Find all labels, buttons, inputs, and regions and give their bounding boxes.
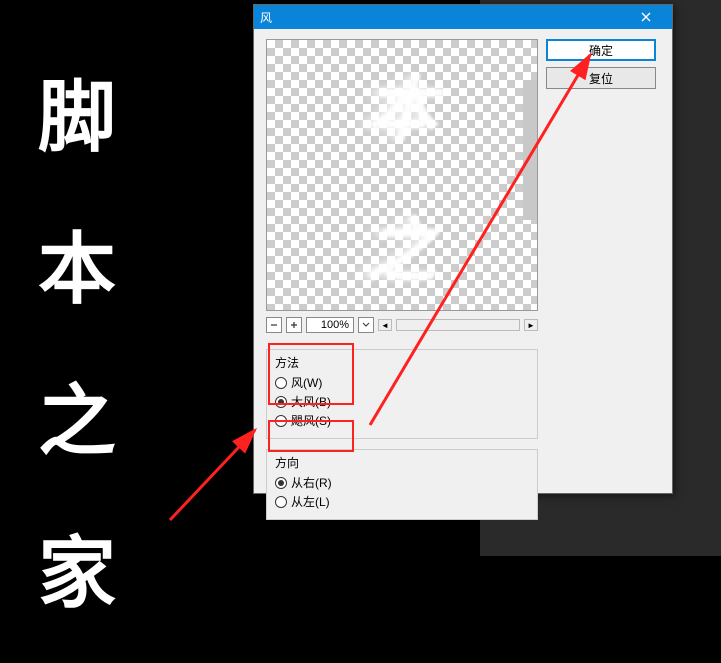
zoom-dropdown[interactable] (358, 317, 374, 333)
direction-label-right: 从右(R) (291, 474, 332, 491)
bg-char-3: 之 (38, 359, 116, 471)
method-option-blast[interactable]: 大风(B) (275, 392, 529, 411)
preview-canvas[interactable]: 本 之 (266, 39, 538, 311)
preview-area: 本 之 100% ◄ (266, 39, 538, 333)
radio-icon (275, 377, 287, 389)
wind-filter-dialog: 风 本 之 (253, 4, 673, 494)
method-fieldset: 方法 风(W) 大风(B) 飓风(S) (266, 349, 538, 439)
direction-label-left: 从左(L) (291, 493, 330, 510)
chevron-down-icon (362, 322, 370, 328)
method-option-stagger[interactable]: 飓风(S) (275, 411, 529, 430)
direction-option-right[interactable]: 从右(R) (275, 473, 529, 492)
zoom-level-field[interactable]: 100% (306, 317, 354, 333)
radio-icon (275, 477, 287, 489)
preview-content: 本 之 (267, 40, 537, 310)
direction-legend: 方向 (275, 454, 529, 471)
zoom-out-button[interactable] (266, 317, 282, 333)
dialog-titlebar[interactable]: 风 (254, 5, 672, 29)
preview-char-2: 之 (367, 195, 437, 296)
zoom-controls: 100% ◄ ► (266, 317, 538, 333)
method-legend: 方法 (275, 354, 529, 371)
direction-option-left[interactable]: 从左(L) (275, 492, 529, 511)
options-area: 方法 风(W) 大风(B) 飓风(S) 方向 (266, 349, 538, 520)
button-column: 确定 复位 (546, 39, 656, 530)
method-label-stagger: 飓风(S) (291, 412, 331, 429)
bg-char-1: 脚 (38, 55, 116, 167)
bg-char-4: 家 (38, 511, 116, 623)
dialog-body: 本 之 100% ◄ (254, 29, 672, 538)
plus-icon (290, 321, 298, 329)
preview-char-1: 本 (367, 54, 437, 155)
radio-icon (275, 496, 287, 508)
background-characters: 脚 本 之 家 (38, 55, 116, 663)
method-label-wind: 风(W) (291, 374, 322, 391)
direction-fieldset: 方向 从右(R) 从左(L) (266, 449, 538, 520)
scroll-right-button[interactable]: ► (524, 319, 538, 331)
method-label-blast: 大风(B) (291, 393, 331, 410)
radio-icon (275, 415, 287, 427)
left-col: 本 之 100% ◄ (266, 39, 538, 530)
bg-char-2: 本 (38, 207, 116, 319)
reset-button[interactable]: 复位 (546, 67, 656, 89)
close-icon (641, 12, 651, 22)
ok-button[interactable]: 确定 (546, 39, 656, 61)
radio-icon (275, 396, 287, 408)
scroll-left-button[interactable]: ◄ (378, 319, 392, 331)
method-option-wind[interactable]: 风(W) (275, 373, 529, 392)
close-button[interactable] (626, 5, 666, 29)
preview-scrollbar-vertical[interactable] (523, 80, 537, 220)
minus-icon (270, 321, 278, 329)
dialog-title: 风 (260, 9, 626, 26)
zoom-in-button[interactable] (286, 317, 302, 333)
horizontal-scroll-track[interactable] (396, 319, 520, 331)
